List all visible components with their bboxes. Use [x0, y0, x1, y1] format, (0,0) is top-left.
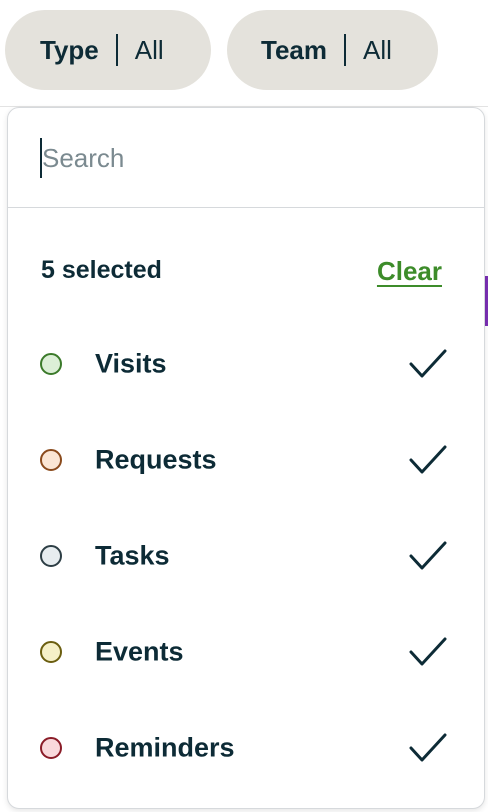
option-label: Events: [95, 636, 184, 667]
checkmark-icon: [409, 445, 447, 474]
option-events[interactable]: Events: [8, 604, 484, 700]
option-reminders[interactable]: Reminders: [8, 700, 484, 796]
pill-divider: [115, 34, 118, 66]
pill-divider: [344, 34, 346, 66]
checkmark-icon: [409, 349, 447, 378]
option-label: Tasks: [95, 540, 170, 571]
reminders-color-dot: [40, 737, 62, 759]
page: Type All Team All 5 selected Clear Visit…: [0, 0, 488, 812]
option-tasks[interactable]: Tasks: [8, 508, 484, 604]
type-filter-pill[interactable]: Type All: [5, 10, 211, 90]
events-color-dot: [40, 641, 62, 663]
clear-button[interactable]: Clear: [377, 256, 442, 287]
option-label: Reminders: [95, 732, 235, 763]
visits-color-dot: [40, 353, 62, 375]
checkmark-icon: [409, 637, 447, 666]
selected-count: 5 selected: [41, 256, 162, 284]
checkmark-icon: [409, 541, 447, 570]
team-filter-label: Team: [261, 34, 327, 65]
search-row: [8, 108, 484, 208]
checkmark-icon: [409, 733, 447, 762]
search-input[interactable]: [40, 138, 450, 178]
type-filter-value: All: [134, 34, 164, 65]
option-label: Visits: [95, 348, 167, 379]
requests-color-dot: [40, 449, 62, 471]
team-filter-pill[interactable]: Team All: [227, 10, 438, 90]
option-label: Requests: [95, 444, 217, 475]
type-filter-dropdown: 5 selected Clear Visits Requests Tasks Even…: [7, 107, 485, 809]
type-filter-label: Type: [40, 34, 99, 65]
tasks-color-dot: [40, 545, 62, 567]
team-filter-value: All: [363, 34, 392, 65]
option-requests[interactable]: Requests: [8, 412, 484, 508]
option-visits[interactable]: Visits: [8, 316, 484, 412]
